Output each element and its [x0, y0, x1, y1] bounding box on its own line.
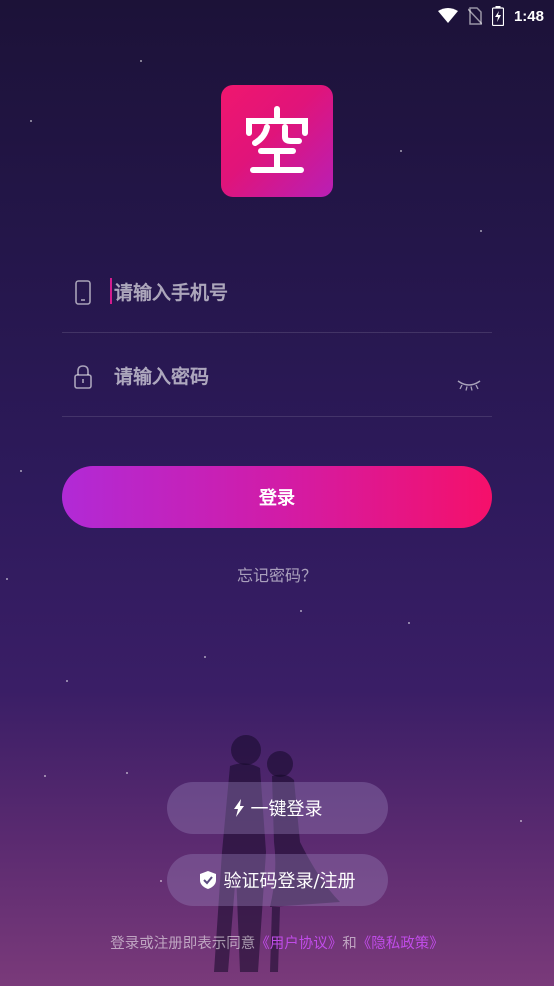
code-login-register-label: 验证码登录/注册: [223, 871, 356, 892]
eye-closed-icon[interactable]: [456, 378, 482, 392]
app-logo-glyph: [246, 106, 308, 173]
phone-input[interactable]: 请输入手机号: [114, 278, 228, 305]
agreement-prefix: 登录或注册即表示同意: [110, 936, 256, 952]
agreement-text: 登录或注册即表示同意《用户协议》和《隐私政策》: [0, 932, 554, 953]
lightning-icon: [233, 799, 244, 817]
login-button[interactable]: 登录: [62, 466, 492, 528]
privacy-policy-link[interactable]: 《隐私政策》: [357, 936, 444, 952]
agreement-and: 和: [342, 936, 357, 952]
user-agreement-link[interactable]: 《用户协议》: [255, 936, 342, 952]
code-login-register-button[interactable]: 验证码登录/注册: [167, 854, 388, 906]
no-sim-icon: [467, 7, 482, 25]
battery-icon: [491, 6, 504, 26]
status-bar: 1:48: [0, 0, 554, 32]
lock-icon: [74, 365, 92, 389]
one-click-login-button[interactable]: 一键登录: [167, 782, 388, 834]
password-field[interactable]: 请输入密码: [62, 336, 492, 417]
phone-field[interactable]: 请输入手机号: [62, 252, 492, 333]
app-logo: [221, 85, 333, 197]
password-input[interactable]: 请输入密码: [114, 362, 209, 389]
phone-icon: [75, 280, 91, 305]
text-cursor: [110, 278, 112, 304]
one-click-login-label: 一键登录: [250, 799, 323, 820]
forgot-password-link[interactable]: 忘记密码？: [0, 562, 554, 586]
status-time: 1:48: [513, 7, 544, 25]
shield-check-icon: [200, 871, 217, 889]
wifi-icon: [437, 8, 458, 23]
